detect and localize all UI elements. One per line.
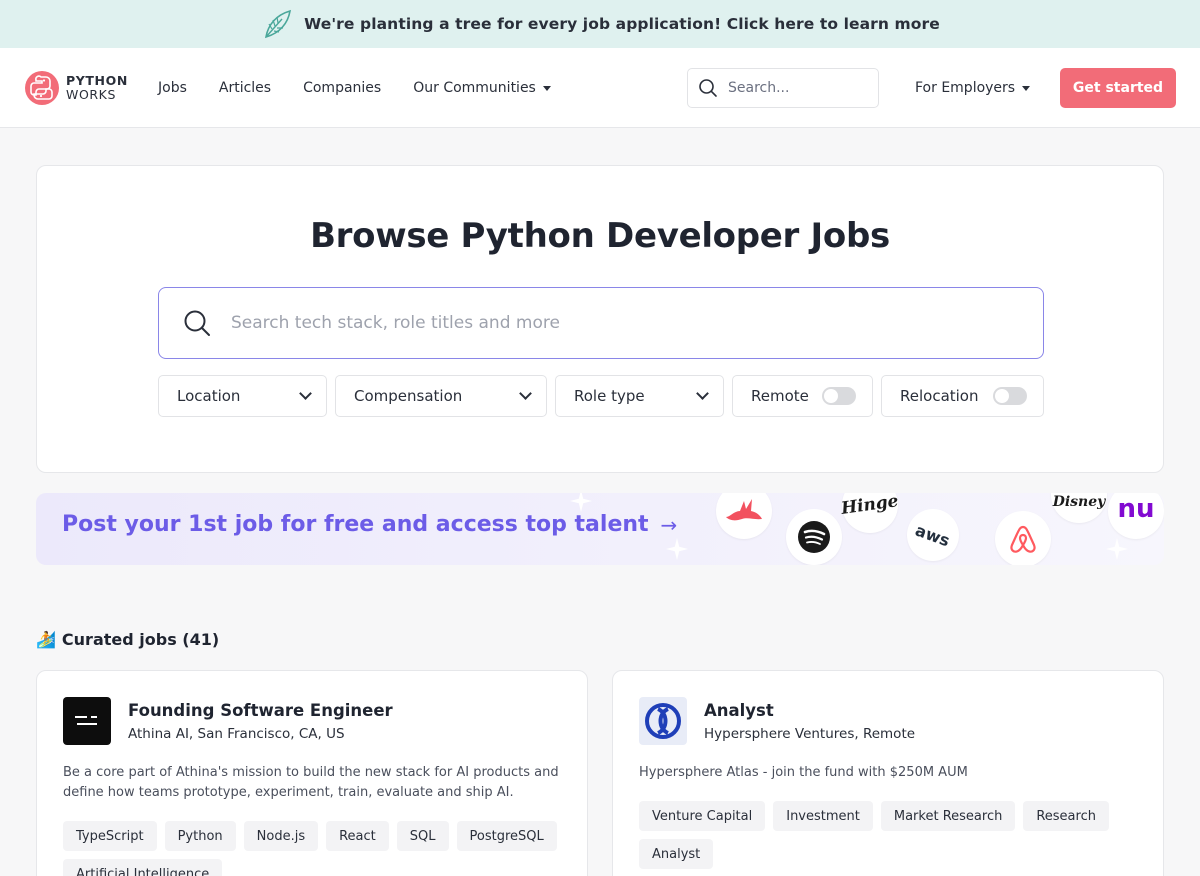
chevron-down-icon [696,387,709,400]
job-search-box[interactable] [158,287,1044,359]
job-tag[interactable]: Artificial Intelligence [63,859,223,876]
nav-companies[interactable]: Companies [303,80,381,96]
job-company: Hypersphere Ventures, Remote [704,726,916,742]
for-employers-menu[interactable]: For Employers [915,48,1031,128]
role-type-filter[interactable]: Role type [555,375,724,417]
logo-line2: WORKS [66,87,117,102]
search-icon [699,79,717,97]
header-search-input[interactable] [728,80,868,96]
job-description: Be a core part of Athina's mission to bu… [63,765,559,800]
nav-companies-label: Companies [303,80,382,96]
aws-logo: aws [907,509,959,561]
search-icon [184,310,210,336]
get-started-button[interactable]: Get started [1060,68,1176,108]
job-tags: Venture Capital Investment Market Resear… [639,801,1149,869]
job-tag[interactable]: Research [1023,801,1109,831]
caret-down-icon [1022,85,1031,91]
athina-logo-icon [75,716,97,725]
page-title: Browse Python Developer Jobs [310,216,890,256]
job-tag[interactable]: React [326,821,389,851]
hypersphere-logo-icon [645,703,681,739]
relocation-toggle-filter[interactable]: Relocation [881,375,1044,417]
job-description: Hypersphere Atlas - join the fund with $… [639,765,968,780]
airbnb-logo [995,511,1051,565]
spotify-logo [786,509,842,565]
job-tag[interactable]: TypeScript [63,821,157,851]
job-tags: TypeScript Python Node.js React SQL Post… [63,821,573,876]
sparkle-icon [570,493,592,512]
job-tag[interactable]: PostgreSQL [456,821,557,851]
banner-text[interactable]: We're planting a tree for every job appl… [304,15,940,33]
remote-filter-label: Remote [751,387,809,405]
relocation-toggle-switch[interactable] [993,387,1027,405]
job-title[interactable]: Analyst [704,701,774,720]
nav-jobs[interactable]: Jobs [158,80,187,96]
rabbit-logo-icon [726,499,762,521]
job-tag[interactable]: Analyst [639,839,714,869]
header-search[interactable] [687,68,879,108]
chevron-down-icon [299,387,312,400]
job-tag[interactable]: Investment [773,801,873,831]
rabbit-logo [716,493,772,539]
job-card[interactable]: Analyst Hypersphere Ventures, Remote Hyp… [612,670,1164,876]
post-job-promo[interactable]: Post your 1st job for free and access to… [36,493,1164,565]
python-logo-icon [25,71,59,105]
post-job-link[interactable]: Post your 1st job for free and access to… [62,512,677,537]
job-search-input[interactable] [231,313,991,333]
hypersphere-logo [639,697,687,745]
aws-logo-text: aws [913,520,953,550]
promo-text: Post your 1st job for free and access to… [62,512,649,537]
hinge-logo: Hinge [840,493,900,533]
main-nav: Jobs Articles Companies Our Communities [158,48,583,128]
role-type-filter-label: Role type [574,387,645,405]
nu-logo-text: nu [1117,494,1155,524]
job-company: Athina AI, San Francisco, CA, US [128,726,345,742]
job-title[interactable]: Founding Software Engineer [128,701,393,720]
location-filter-label: Location [177,387,241,405]
curated-jobs-heading: 🏄 Curated jobs (41) [36,630,219,649]
job-tag[interactable]: Venture Capital [639,801,766,831]
nav-articles-label: Articles [218,80,272,96]
compensation-filter[interactable]: Compensation [335,375,547,417]
surfer-emoji: 🏄 [36,630,56,649]
job-tag[interactable]: Node.js [243,821,319,851]
tree-banner[interactable]: We're planting a tree for every job appl… [0,0,1200,48]
logo-line1: PYTHON [66,73,128,88]
job-tag[interactable]: Python [164,821,236,851]
airbnb-logo-icon [1010,525,1036,553]
leaf-icon [265,9,292,39]
spotify-logo-icon [798,521,830,553]
job-tag[interactable]: SQL [396,821,449,851]
caret-down-icon [542,85,551,91]
disney-logo: Disney [1051,493,1107,523]
python-works-logo[interactable]: PYTHON WORKS [24,70,128,106]
disney-logo-text: Disney [1052,494,1106,510]
nu-logo: nu [1108,493,1164,539]
sparkle-icon [1106,538,1128,560]
relocation-filter-label: Relocation [900,387,979,405]
nav-jobs-label: Jobs [158,80,187,96]
athina-logo [63,697,111,745]
for-employers-label: For Employers [915,80,1016,96]
nav-articles[interactable]: Articles [219,80,271,96]
curated-jobs-title: Curated jobs (41) [61,630,220,649]
sparkle-icon [666,538,688,560]
site-header: PYTHON WORKS Jobs Articles Companies Our… [0,48,1200,128]
job-card[interactable]: Founding Software Engineer Athina AI, Sa… [36,670,588,876]
remote-toggle-switch[interactable] [822,387,856,405]
location-filter[interactable]: Location [158,375,327,417]
arrow-right-icon: → [660,512,678,537]
nav-our-communities[interactable]: Our Communities [413,80,551,96]
compensation-filter-label: Compensation [354,387,463,405]
remote-toggle-filter[interactable]: Remote [732,375,873,417]
chevron-down-icon [519,387,532,400]
hinge-logo-text: Hinge [840,493,900,519]
hero-card: Browse Python Developer Jobs Location Co… [36,165,1164,473]
nav-communities-label: Our Communities [413,80,536,96]
job-tag[interactable]: Market Research [880,801,1016,831]
